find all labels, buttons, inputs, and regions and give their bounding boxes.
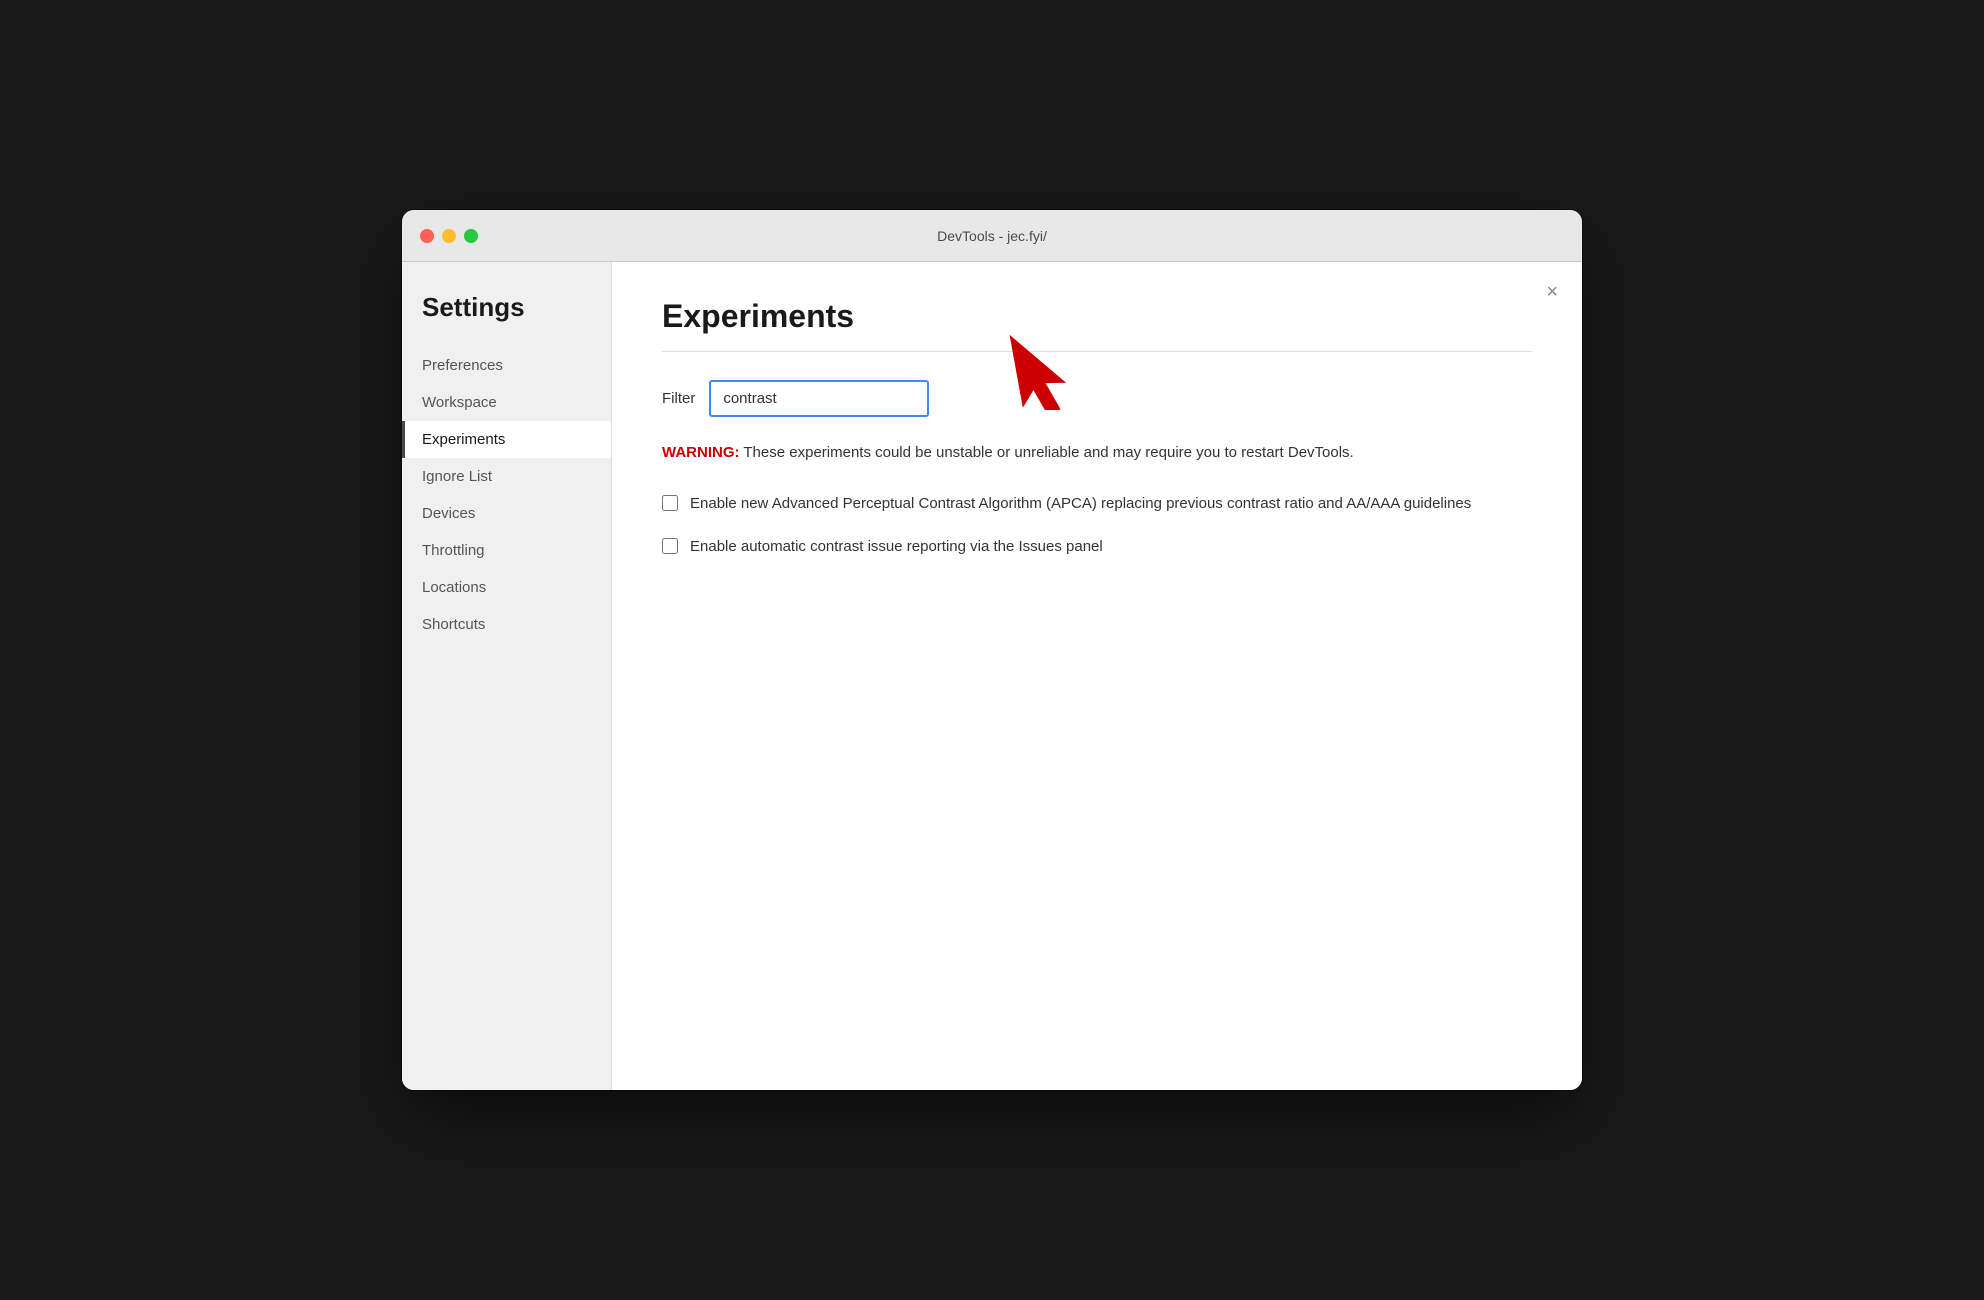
sidebar: Settings Preferences Workspace Experimen… [402, 262, 612, 1090]
sidebar-item-throttling[interactable]: Throttling [402, 532, 611, 569]
sidebar-item-ignore-list[interactable]: Ignore List [402, 458, 611, 495]
checkbox-auto-contrast-row: Enable automatic contrast issue reportin… [662, 536, 1532, 559]
sidebar-item-devices[interactable]: Devices [402, 495, 611, 532]
minimize-button[interactable] [442, 229, 456, 243]
sidebar-heading: Settings [402, 292, 611, 347]
close-button[interactable] [420, 229, 434, 243]
sidebar-nav: Preferences Workspace Experiments Ignore… [402, 347, 611, 643]
page-title: Experiments [662, 298, 1532, 335]
maximize-button[interactable] [464, 229, 478, 243]
filter-label: Filter [662, 390, 695, 407]
red-arrow-indicator [972, 320, 1082, 410]
auto-contrast-checkbox-label: Enable automatic contrast issue reportin… [690, 536, 1103, 559]
warning-text: WARNING: These experiments could be unst… [662, 441, 1442, 465]
checkbox-apca-row: Enable new Advanced Perceptual Contrast … [662, 493, 1532, 516]
devtools-window: DevTools - jec.fyi/ Settings Preferences… [402, 210, 1582, 1090]
main-content: × Experiments Filter WARNING: These expe… [612, 262, 1582, 1090]
warning-label: WARNING: [662, 444, 740, 461]
filter-input[interactable] [709, 380, 929, 417]
sidebar-item-experiments[interactable]: Experiments [402, 421, 611, 458]
sidebar-item-workspace[interactable]: Workspace [402, 384, 611, 421]
sidebar-item-preferences[interactable]: Preferences [402, 347, 611, 384]
auto-contrast-checkbox[interactable] [662, 538, 678, 554]
sidebar-item-shortcuts[interactable]: Shortcuts [402, 606, 611, 643]
titlebar: DevTools - jec.fyi/ [402, 210, 1582, 262]
window-title: DevTools - jec.fyi/ [937, 228, 1047, 244]
title-divider [662, 351, 1532, 352]
window-body: Settings Preferences Workspace Experimen… [402, 262, 1582, 1090]
panel-close-button[interactable]: × [1546, 282, 1558, 302]
sidebar-item-locations[interactable]: Locations [402, 569, 611, 606]
apca-checkbox[interactable] [662, 495, 678, 511]
apca-checkbox-label: Enable new Advanced Perceptual Contrast … [690, 493, 1471, 516]
window-controls [420, 229, 478, 243]
filter-row: Filter [662, 380, 1532, 417]
